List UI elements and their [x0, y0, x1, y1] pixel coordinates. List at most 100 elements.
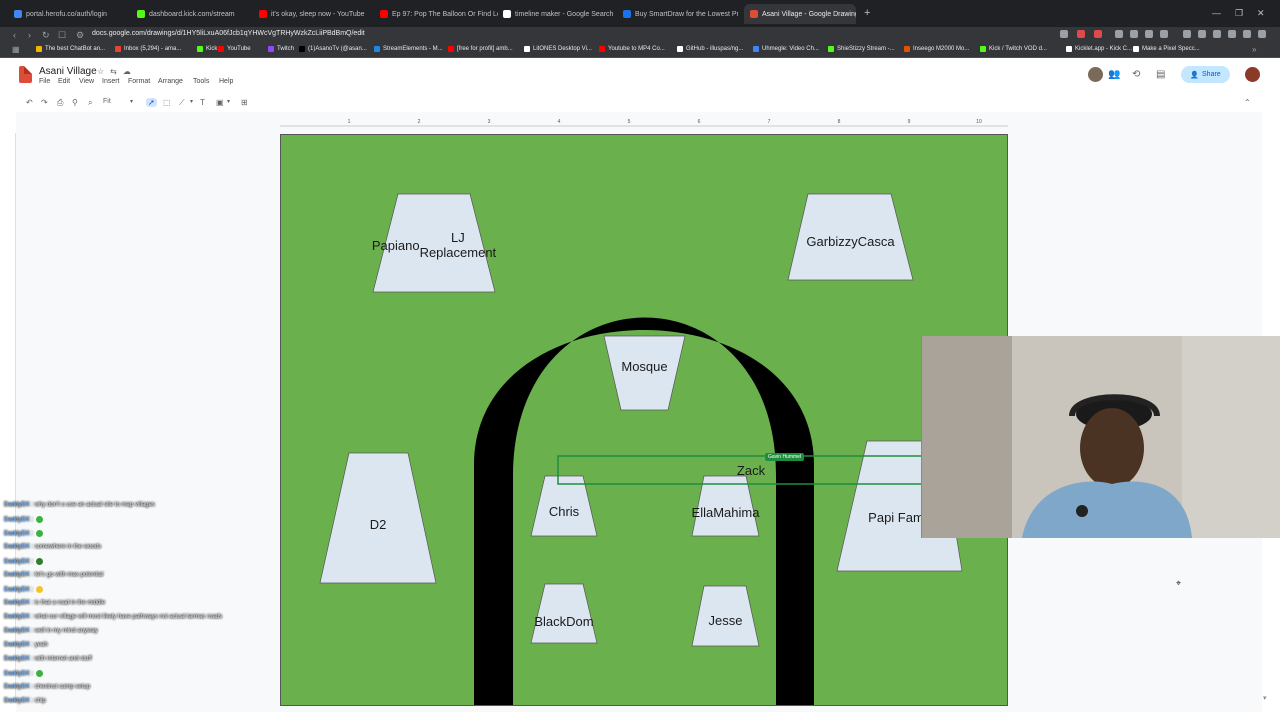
move-icon[interactable]: ⇆: [110, 67, 123, 76]
document-title[interactable]: Asani Village: [39, 66, 97, 77]
line-tool-icon[interactable]: ⟋: [179, 98, 185, 108]
zoom-dropdown-icon[interactable]: ▾: [130, 98, 133, 105]
menu-insert[interactable]: Insert: [102, 78, 120, 85]
image-dropdown-icon[interactable]: ▾: [227, 98, 230, 105]
menu-view[interactable]: View: [79, 78, 94, 85]
chat-text: : is that a road in the middle: [31, 600, 106, 606]
chat-username: DaddyDX: [4, 684, 30, 690]
more-bookmarks-icon[interactable]: »: [1252, 45, 1256, 54]
browser-tab[interactable]: dashboard.kick.com/stream: [137, 6, 253, 22]
ext-download-icon[interactable]: [1228, 30, 1236, 38]
bookmark-item[interactable]: [free for profit] amb...: [448, 46, 513, 52]
browser-tab[interactable]: portal.herofu.co/auth/login: [14, 6, 132, 22]
bookmark-item[interactable]: Twitch: [268, 46, 294, 52]
maximize-icon[interactable]: ❐: [1235, 8, 1243, 19]
menu-tools[interactable]: Tools: [193, 78, 209, 85]
bookmark-item[interactable]: YouTube: [218, 46, 251, 52]
zoom-icon[interactable]: ⌕: [88, 98, 92, 108]
ext-sidebar-icon[interactable]: [1198, 30, 1206, 38]
back-icon[interactable]: ‹: [13, 30, 16, 40]
browser-tab[interactable]: it's okay, sleep now - YouTube: [259, 6, 374, 22]
menu-format[interactable]: Format: [128, 78, 150, 85]
paint-format-icon[interactable]: ⚲: [72, 98, 78, 107]
forward-icon[interactable]: ›: [28, 30, 31, 40]
shape-select-icon[interactable]: ⬚: [163, 98, 171, 107]
black-dom-label: Black Dom: [534, 613, 594, 629]
bookmark-item[interactable]: LitONES Desktop Vi...: [524, 46, 592, 52]
ext-profile-icon[interactable]: [1243, 30, 1251, 38]
ext-puzzle-icon[interactable]: [1213, 30, 1221, 38]
drawing-page[interactable]: Papiano LJ Replacement Garbizzy Casca Mosq…: [280, 134, 1008, 706]
bookmark-item[interactable]: ShieStizzy Stream -...: [828, 46, 895, 52]
line-dropdown-icon[interactable]: ▾: [190, 98, 193, 105]
tab-favicon-icon: [137, 10, 145, 18]
browser-tab[interactable]: Asani Village - Google Drawings✕: [744, 4, 856, 24]
text-box-icon[interactable]: T: [200, 98, 205, 107]
cast-icon[interactable]: [1060, 30, 1068, 38]
menu-help[interactable]: Help: [219, 78, 233, 85]
scroll-down-icon[interactable]: ▾: [1263, 694, 1267, 702]
comments-collab-icon[interactable]: 👥: [1108, 69, 1120, 80]
bookmark-item[interactable]: Kicklet.app - Kick C...: [1066, 46, 1132, 52]
close-window-icon[interactable]: ✕: [1257, 8, 1265, 19]
chat-username: DaddyDX: [4, 614, 30, 620]
bookmark-item[interactable]: Inbox (5,294) - ama...: [115, 46, 181, 52]
bookmark-page-icon[interactable]: ☐: [58, 30, 66, 41]
ext-grid-icon[interactable]: [1145, 30, 1153, 38]
collapse-toolbar-icon[interactable]: ⌃: [1244, 98, 1251, 107]
undo-icon[interactable]: ↶: [26, 98, 33, 107]
browser-tab[interactable]: Ep 97: Pop The Balloon Or Find Love: [380, 6, 498, 22]
account-avatar[interactable]: [1245, 67, 1260, 82]
select-tool-icon[interactable]: ➚: [146, 98, 157, 107]
collaborator-avatar[interactable]: [1088, 67, 1103, 82]
cloud-saved-icon[interactable]: ☁: [123, 67, 137, 76]
bookmark-item[interactable]: GitHub - illuspas/ng...: [677, 46, 743, 52]
bookmark-label: The best ChatBot an...: [45, 46, 106, 52]
menu-file[interactable]: File: [39, 78, 50, 85]
browser-tab[interactable]: Buy SmartDraw for the Lowest Price: [623, 6, 738, 22]
reload-icon[interactable]: ↻: [42, 30, 50, 41]
redo-icon[interactable]: ↷: [41, 98, 48, 107]
bookmark-item[interactable]: Make a Pixel Specc...: [1133, 46, 1200, 52]
apps-grid-icon[interactable]: ▦: [12, 45, 20, 54]
bookmark-item[interactable]: Kick: [197, 46, 217, 52]
menu-icon[interactable]: [1258, 30, 1266, 38]
bookmark-item[interactable]: Youtube to MP4 Co...: [599, 46, 665, 52]
tab-favicon-icon: [14, 10, 22, 18]
browser-tab[interactable]: timeline maker - Google Search: [503, 6, 617, 22]
ext-d-icon[interactable]: [1130, 30, 1138, 38]
zack-text[interactable]: Zack: [721, 461, 781, 479]
star-icon[interactable]: ☆: [97, 67, 110, 76]
bookmark-item[interactable]: The best ChatBot an...: [36, 46, 105, 52]
menu-edit[interactable]: Edit: [58, 78, 70, 85]
menu-arrange[interactable]: Arrange: [158, 78, 183, 85]
bookmark-label: Uhmegle: Video Ch...: [762, 46, 819, 52]
horizontal-ruler: 1 2 3 4 5 6 7 8 9 10: [280, 119, 1008, 127]
ext-dict-icon[interactable]: [1115, 30, 1123, 38]
print-icon[interactable]: ⎙: [57, 98, 63, 108]
version-history-icon[interactable]: ⟲: [1132, 69, 1140, 80]
bookmark-item[interactable]: Kick / Twitch VOD d...: [980, 46, 1047, 52]
bookmark-favicon-icon: [1133, 46, 1139, 52]
bookmark-item[interactable]: StreamElements - M...: [374, 46, 443, 52]
ext-screen-icon[interactable]: [1160, 30, 1168, 38]
bookmark-item[interactable]: (1)AsanoTv (@asan...: [299, 46, 367, 52]
ext-red-icon[interactable]: [1077, 30, 1085, 38]
collaborator-cursor-tag: Gavin Hummel: [765, 453, 805, 461]
site-info-icon[interactable]: ⚙: [76, 30, 84, 41]
comment-icon[interactable]: ▤: [1156, 69, 1165, 80]
minimize-icon[interactable]: —: [1212, 8, 1221, 18]
tab-label: dashboard.kick.com/stream: [149, 10, 235, 18]
image-icon[interactable]: ▣: [216, 98, 224, 107]
add-comment-icon[interactable]: ⊞: [241, 98, 248, 107]
drawings-logo-icon[interactable]: [19, 66, 32, 83]
bookmark-item[interactable]: Inseego M2000 Mo...: [904, 46, 969, 52]
ext-warn-icon[interactable]: [1094, 30, 1102, 38]
bookmark-item[interactable]: Uhmegle: Video Ch...: [753, 46, 819, 52]
ext-music-icon[interactable]: [1183, 30, 1191, 38]
share-button[interactable]: 👤 Share: [1181, 66, 1230, 83]
zoom-select[interactable]: Fit: [103, 98, 111, 105]
chat-username: DaddyDX: [4, 671, 30, 678]
new-tab-button[interactable]: +: [864, 7, 870, 19]
url-field[interactable]: docs.google.com/drawings/d/1HY5liLxuA06f…: [92, 30, 365, 37]
